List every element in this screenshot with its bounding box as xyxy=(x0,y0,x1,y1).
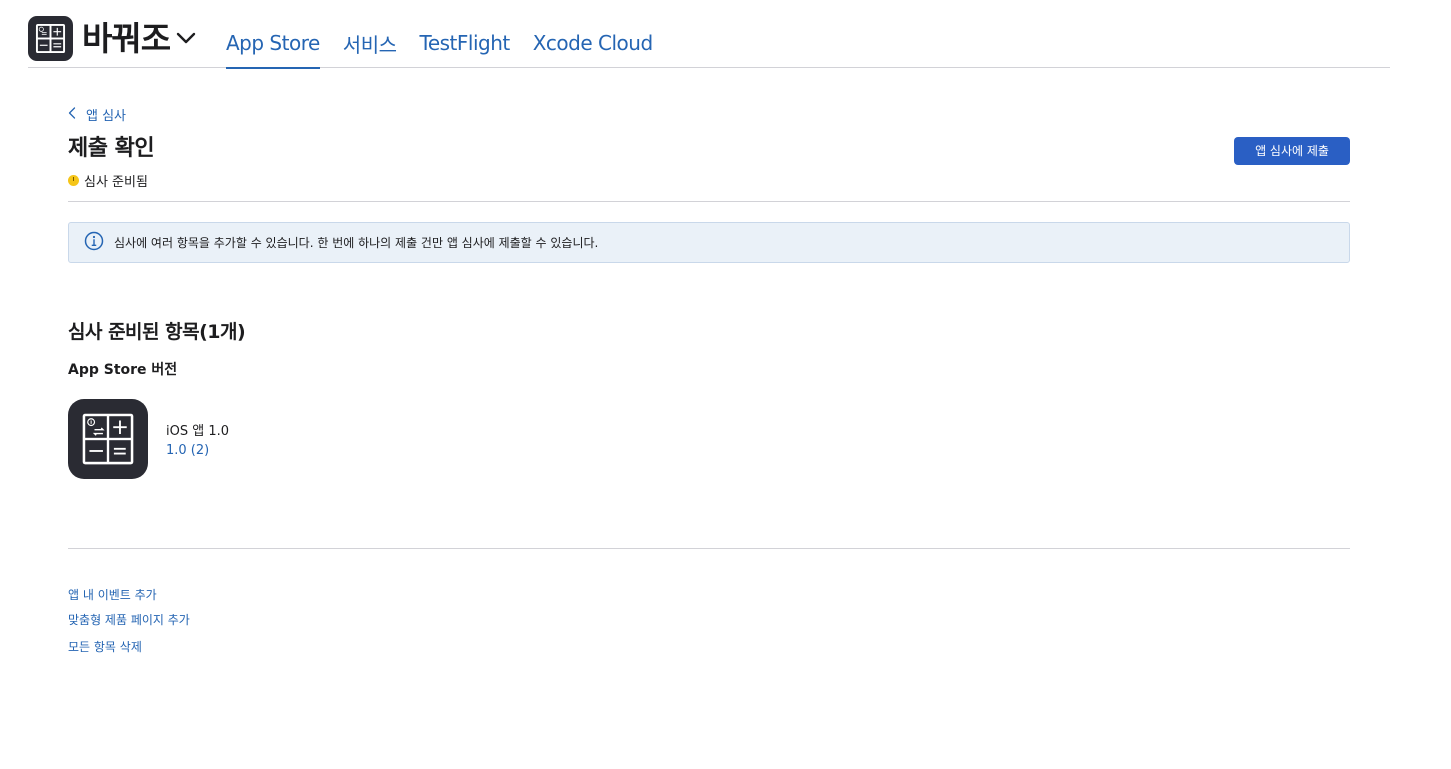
list-item: iOS 앱 1.0 1.0 (2) xyxy=(68,399,229,479)
version-name: iOS 앱 1.0 xyxy=(166,424,229,439)
tab-services[interactable]: 서비스 xyxy=(343,0,397,68)
top-header: 바꿔조 App Store 서비스 TestFlight Xcode Cloud xyxy=(28,0,1390,69)
breadcrumb-label: 앱 심사 xyxy=(86,109,127,124)
submit-for-review-button[interactable]: 앱 심사에 제출 xyxy=(1234,137,1350,165)
tab-xcode-cloud[interactable]: Xcode Cloud xyxy=(533,0,653,68)
status-label: 심사 준비됨 xyxy=(84,175,148,190)
delete-all-items-link[interactable]: 모든 항목 삭제 xyxy=(68,638,142,655)
info-banner-text: 심사에 여러 항목을 추가할 수 있습니다. 한 번에 하나의 제출 건만 앱 … xyxy=(114,236,599,250)
build-link[interactable]: 1.0 (2) xyxy=(166,443,229,458)
divider xyxy=(68,201,1350,202)
status-badge: 심사 준비됨 xyxy=(68,171,148,190)
version-text: iOS 앱 1.0 1.0 (2) xyxy=(166,420,229,458)
chevron-down-icon xyxy=(176,31,196,50)
page-title: 제출 확인 xyxy=(68,136,155,161)
tab-app-store[interactable]: App Store xyxy=(226,0,320,69)
subsection-title: App Store 버전 xyxy=(68,362,178,378)
calculator-icon xyxy=(28,16,73,61)
tab-testflight[interactable]: TestFlight xyxy=(420,0,511,68)
breadcrumb[interactable]: 앱 심사 xyxy=(68,105,126,124)
nav-tabs: App Store 서비스 TestFlight Xcode Cloud xyxy=(226,0,676,69)
app-name: 바꿔조 xyxy=(82,19,171,58)
divider xyxy=(68,548,1350,549)
section-title: 심사 준비된 항목(1개) xyxy=(68,321,246,343)
status-dot-icon xyxy=(68,175,79,186)
info-banner: 심사에 여러 항목을 추가할 수 있습니다. 한 번에 하나의 제출 건만 앱 … xyxy=(68,222,1350,263)
calculator-icon xyxy=(68,399,148,479)
info-icon xyxy=(84,231,104,254)
add-custom-product-page-link[interactable]: 맞춤형 제품 페이지 추가 xyxy=(68,611,190,628)
add-in-app-event-link[interactable]: 앱 내 이벤트 추가 xyxy=(68,586,157,603)
app-switcher[interactable]: 바꿔조 xyxy=(28,16,196,61)
chevron-left-icon xyxy=(68,106,76,123)
